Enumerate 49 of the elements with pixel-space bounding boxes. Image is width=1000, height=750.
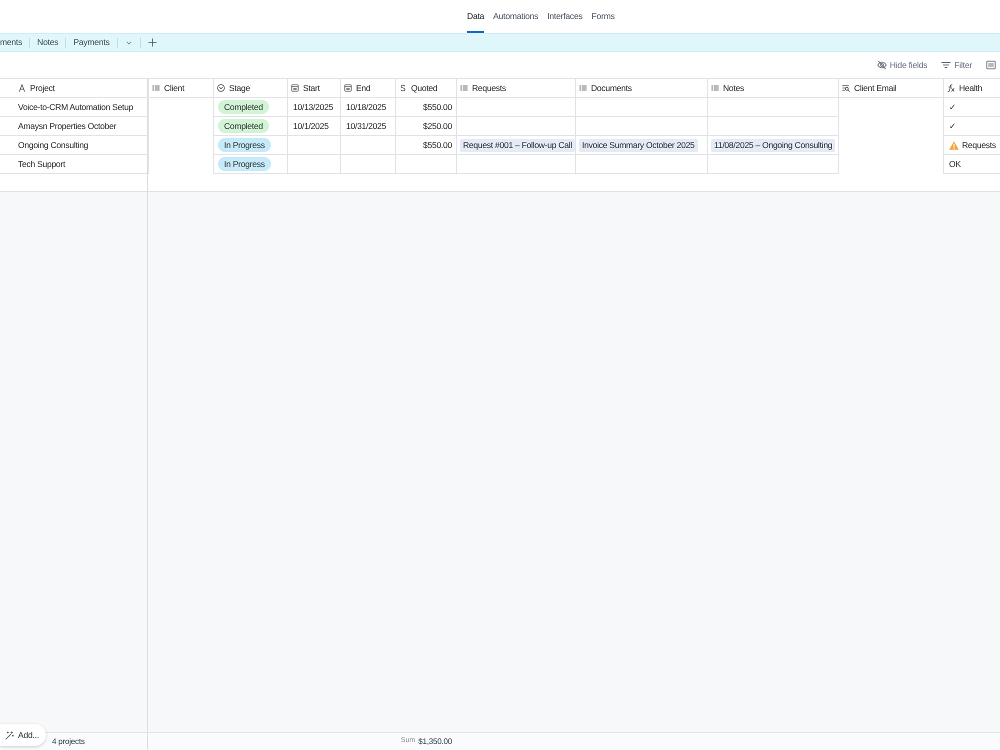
wand-sparkle-icon — [5, 730, 14, 740]
text-field-icon — [18, 84, 26, 92]
calendar-icon — [291, 84, 299, 92]
calendar-icon — [344, 84, 352, 92]
toolbar-button[interactable]: Hide fields — [876, 58, 928, 72]
list-icon — [152, 84, 160, 92]
function-icon — [947, 84, 955, 92]
plus-icon[interactable] — [148, 38, 157, 47]
linked-record-chip[interactable]: Invoice Summary October 2025 — [579, 138, 698, 152]
table-tab[interactable]: ments — [0, 34, 30, 51]
health-text: ✓ — [949, 120, 957, 132]
linked-record-chip[interactable]: 11/08/2025 – Ongoing Consulting — [711, 138, 836, 152]
status-badge: Completed — [218, 119, 269, 133]
column-header[interactable]: End — [356, 82, 370, 94]
column-header[interactable]: Client — [164, 82, 184, 94]
list-icon — [711, 84, 719, 92]
status-badge: Completed — [218, 100, 269, 114]
add-button[interactable]: Add... — [0, 724, 46, 746]
sum-value: $1,350.00 — [418, 736, 452, 748]
dollar-icon — [399, 84, 407, 92]
panel-icon[interactable] — [986, 60, 996, 70]
column-header[interactable]: Requests — [472, 82, 506, 94]
filter-icon — [941, 60, 952, 70]
health-text: Requests — [962, 138, 996, 152]
column-header[interactable]: Notes — [723, 82, 744, 94]
status-badge: In Progress — [218, 157, 271, 171]
eye-off-icon — [876, 60, 887, 70]
toolbar-button[interactable]: Filter — [941, 58, 972, 72]
table-tab[interactable]: Payments — [66, 34, 117, 51]
list-icon — [460, 84, 468, 92]
column-header[interactable]: Health — [959, 82, 982, 94]
column-header[interactable]: Documents — [591, 82, 632, 94]
column-header[interactable]: Quoted — [411, 82, 438, 94]
nav-tab[interactable]: Forms — [592, 0, 615, 33]
chevron-circle-icon — [217, 84, 225, 92]
nav-tab[interactable]: Interfaces — [547, 0, 583, 33]
status-badge: In Progress — [218, 138, 271, 152]
table-tab[interactable]: Notes — [30, 34, 66, 51]
nav-tab[interactable]: Automations — [493, 0, 538, 33]
column-header[interactable]: Stage — [229, 82, 250, 94]
health-text: ✓ — [949, 100, 957, 114]
record-count: 4 projects — [52, 736, 85, 748]
column-header[interactable]: Project — [30, 82, 55, 94]
list-search-icon — [842, 84, 850, 92]
linked-record-chip[interactable]: Request #001 – Follow-up Call — [460, 138, 575, 152]
column-header[interactable]: Client Email — [854, 82, 896, 94]
list-icon — [579, 84, 587, 92]
column-header[interactable]: Start — [303, 82, 320, 94]
health-text: OK — [949, 158, 961, 170]
